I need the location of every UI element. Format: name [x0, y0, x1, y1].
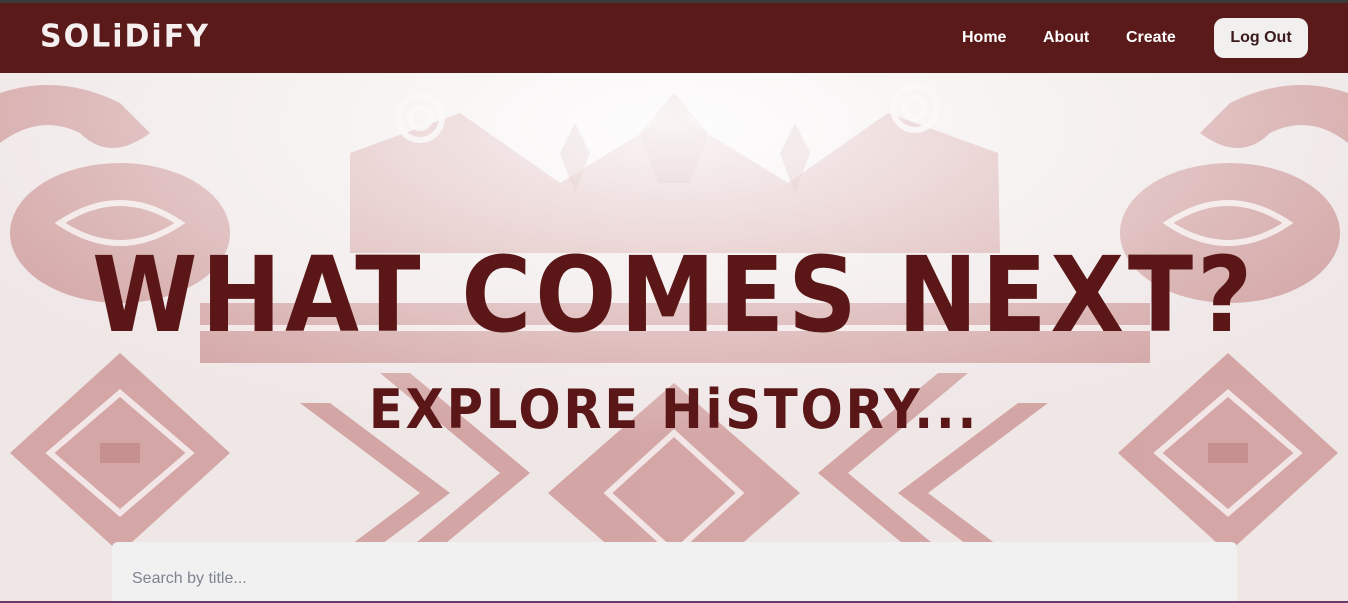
nav-about-link[interactable]: About: [1043, 29, 1089, 47]
search-input[interactable]: [112, 542, 1237, 603]
site-logo[interactable]: SOLiDiFY: [40, 18, 210, 55]
logout-button[interactable]: Log Out: [1214, 18, 1308, 58]
hero-section: WHAT COMES NEXT? EXPLORE HiSTORY...: [0, 73, 1348, 603]
hero-headline: WHAT COMES NEXT?: [91, 234, 1257, 356]
navbar: SOLiDiFY Home About Create Log Out: [0, 3, 1348, 73]
nav-home-link[interactable]: Home: [962, 29, 1006, 47]
nav-create-link[interactable]: Create: [1126, 29, 1176, 47]
search-container: [112, 542, 1237, 603]
hero-subheadline: EXPLORE HiSTORY...: [368, 378, 980, 441]
